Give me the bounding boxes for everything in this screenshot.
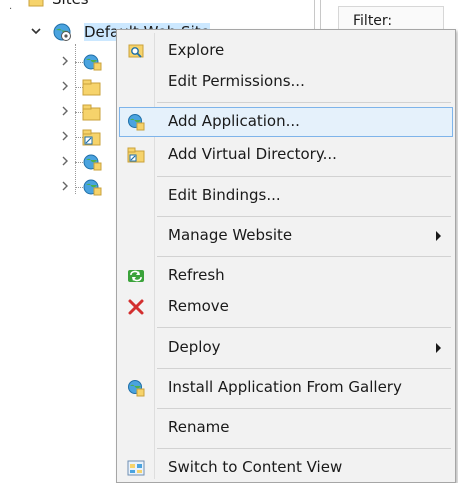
folder-icon (28, 0, 44, 8)
virtual-directory-icon (82, 128, 102, 150)
chevron-right-icon[interactable] (60, 155, 70, 171)
submenu-arrow-icon (436, 231, 441, 241)
menu-item-install-from-gallery[interactable]: Install Application From Gallery (119, 373, 453, 403)
menu-separator (157, 176, 451, 177)
filter-label: Filter: (353, 13, 393, 29)
menu-item-refresh[interactable]: Refresh (119, 261, 453, 291)
folder-icon (82, 78, 102, 100)
menu-item-manage-website[interactable]: Manage Website (119, 221, 453, 251)
menu-item-label: Rename (168, 418, 230, 436)
menu-separator (157, 256, 451, 257)
tree-node-child[interactable] (60, 126, 120, 148)
tree-node-child[interactable] (60, 51, 120, 73)
web-application-icon (82, 52, 102, 76)
chevron-right-icon[interactable] (60, 80, 70, 96)
menu-separator (157, 327, 451, 328)
context-menu: Explore Edit Permissions... Add Applicat… (116, 29, 456, 483)
folder-icon (82, 103, 102, 125)
menu-item-label: Add Virtual Directory... (168, 145, 337, 163)
remove-icon (127, 298, 145, 316)
web-application-icon (82, 177, 102, 201)
menu-item-label: Explore (168, 41, 225, 59)
explore-icon (127, 42, 145, 60)
menu-item-label: Remove (168, 297, 229, 315)
menu-item-label: Deploy (168, 338, 221, 356)
menu-item-label: Add Application... (168, 112, 300, 130)
menu-separator (157, 368, 451, 369)
refresh-icon (127, 267, 145, 285)
menu-item-label: Manage Website (168, 226, 293, 244)
chevron-right-icon[interactable] (60, 180, 70, 196)
tree-node-child[interactable] (60, 151, 120, 173)
menu-separator (157, 448, 451, 449)
gallery-icon (127, 379, 145, 397)
menu-item-deploy[interactable]: Deploy (119, 333, 453, 363)
menu-item-rename[interactable]: Rename (119, 413, 453, 443)
menu-item-edit-permissions[interactable]: Edit Permissions... (119, 67, 453, 97)
menu-item-label: Refresh (168, 266, 225, 284)
add-application-icon (127, 113, 145, 131)
tree-dot-marker: · (9, 4, 13, 15)
content-view-icon (127, 459, 145, 477)
menu-item-add-application[interactable]: Add Application... (119, 107, 453, 137)
menu-item-label: Install Application From Gallery (168, 378, 402, 396)
tree-node-child[interactable] (60, 101, 120, 123)
menu-separator (157, 216, 451, 217)
tree-node-child[interactable] (60, 76, 120, 98)
menu-item-edit-bindings[interactable]: Edit Bindings... (119, 181, 453, 211)
web-application-icon (82, 152, 102, 176)
menu-item-label: Edit Bindings... (168, 186, 281, 204)
chevron-right-icon[interactable] (60, 105, 70, 121)
chevron-down-icon[interactable] (30, 25, 42, 41)
menu-item-explore[interactable]: Explore (119, 36, 453, 66)
menu-item-remove[interactable]: Remove (119, 292, 453, 322)
chevron-right-icon[interactable] (60, 55, 70, 71)
menu-separator (157, 102, 451, 103)
menu-item-add-virtual-directory[interactable]: Add Virtual Directory... (119, 140, 453, 170)
globe-icon (52, 22, 72, 46)
menu-item-label: Switch to Content View (168, 458, 343, 476)
tree-label-sites: Sites (52, 0, 89, 8)
chevron-right-icon[interactable] (60, 130, 70, 146)
submenu-arrow-icon (436, 343, 441, 353)
menu-separator (157, 408, 451, 409)
menu-item-switch-to-content-view[interactable]: Switch to Content View (119, 453, 453, 483)
add-virtual-directory-icon (127, 146, 145, 164)
menu-item-label: Edit Permissions... (168, 72, 305, 90)
tree-node-child[interactable] (60, 176, 120, 198)
